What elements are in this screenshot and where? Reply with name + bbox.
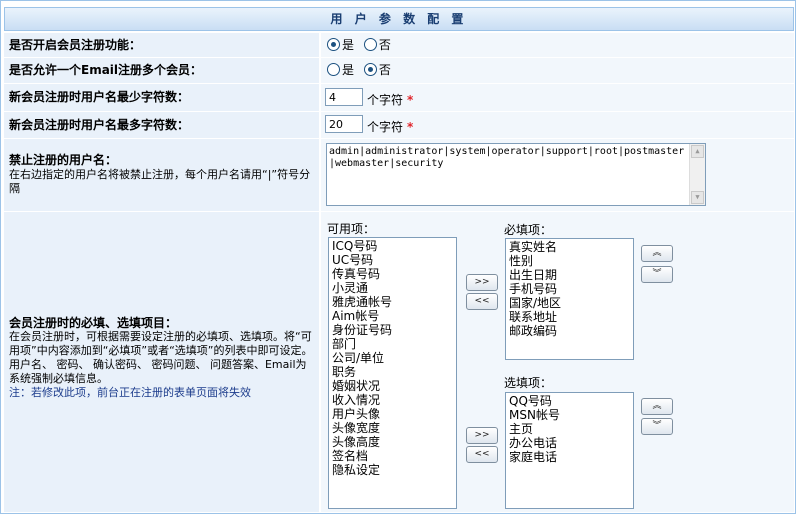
enable-registration-label: 是否开启会员注册功能：: [9, 38, 142, 52]
list-item[interactable]: 出生日期: [509, 268, 633, 282]
registration-fields-desc: 在会员注册时，可根据需要设定注册的必填项、选填项。将“可用项”中内容添加到“必填…: [9, 330, 313, 357]
radio-selected-icon[interactable]: [363, 63, 377, 76]
list-item[interactable]: UC号码: [332, 253, 456, 267]
move-down-optional-button[interactable]: ︾: [641, 418, 673, 435]
scroll-up-icon[interactable]: ▲: [691, 145, 704, 158]
enable-registration-yes[interactable]: 是: [327, 33, 354, 57]
available-caption: 可用项：: [327, 222, 376, 236]
move-up-required-button[interactable]: ︽: [641, 245, 673, 262]
optional-fields-list[interactable]: QQ号码 MSN帐号 主页 办公电话 家庭电话: [505, 392, 634, 509]
list-item[interactable]: 收入情况: [332, 393, 456, 407]
row-enable-registration: 是否开启会员注册功能： 是 否: [4, 33, 794, 58]
list-item[interactable]: 部门: [332, 337, 456, 351]
list-item[interactable]: QQ号码: [509, 394, 633, 408]
min-length-label: 新会员注册时用户名最少字符数：: [9, 90, 190, 104]
scroll-down-icon[interactable]: ▼: [691, 191, 704, 204]
list-item[interactable]: 签名档: [332, 449, 456, 463]
list-item[interactable]: MSN帐号: [509, 408, 633, 422]
registration-fields-label: 会员注册时的必填、选填项目：: [9, 316, 178, 330]
list-item[interactable]: 用户头像: [332, 407, 456, 421]
list-item[interactable]: 联系地址: [509, 310, 633, 324]
vertical-scrollbar[interactable]: ▲ ▼: [689, 144, 705, 205]
list-item[interactable]: 小灵通: [332, 281, 456, 295]
max-length-input[interactable]: [325, 115, 363, 133]
optional-caption: 选填项：: [504, 376, 553, 390]
max-length-unit: 个字符: [367, 120, 404, 134]
list-item[interactable]: 公司/单位: [332, 351, 456, 365]
required-star: *: [407, 93, 414, 107]
list-item[interactable]: 手机号码: [509, 282, 633, 296]
required-star: *: [407, 120, 414, 134]
available-fields-list[interactable]: ICQ号码 UC号码 传真号码 小灵通 雅虎通帐号 Aim帐号 身份证号码 部门 公司/单位 职务…: [328, 237, 457, 509]
list-item[interactable]: 雅虎通帐号: [332, 295, 456, 309]
list-item[interactable]: 国家/地区: [509, 296, 633, 310]
list-item[interactable]: 传真号码: [332, 267, 456, 281]
list-item[interactable]: 办公电话: [509, 436, 633, 450]
required-caption: 必填项：: [504, 223, 553, 237]
row-min-length: 新会员注册时用户名最少字符数： 个字符*: [4, 84, 794, 112]
move-up-optional-button[interactable]: ︽: [641, 398, 673, 415]
add-to-required-button[interactable]: >>: [466, 274, 498, 291]
radio-unselected-icon[interactable]: [363, 38, 377, 51]
list-item[interactable]: 主页: [509, 422, 633, 436]
registration-fields-forced: 用户名、 密码、 确认密码、 密码问题、 问题答案、Email为系统强制必填信息…: [9, 358, 307, 385]
settings-panel: 用 户 参 数 配 置 是否开启会员注册功能： 是 否 是否允许一个Email注…: [0, 0, 796, 514]
list-item[interactable]: 真实姓名: [509, 240, 633, 254]
row-multi-email: 是否允许一个Email注册多个会员： 是 否: [4, 58, 794, 84]
list-item[interactable]: ICQ号码: [332, 239, 456, 253]
banned-usernames-desc: 在右边指定的用户名将被禁止注册，每个用户名请用“|”符号分隔: [9, 168, 311, 195]
row-max-length: 新会员注册时用户名最多字符数： 个字符*: [4, 112, 794, 139]
multi-email-label: 是否允许一个Email注册多个会员：: [9, 63, 203, 77]
remove-from-required-button[interactable]: <<: [466, 293, 498, 310]
panel-title: 用 户 参 数 配 置: [4, 7, 794, 31]
max-length-label: 新会员注册时用户名最多字符数：: [9, 118, 190, 132]
list-item[interactable]: 隐私设定: [332, 463, 456, 477]
radio-unselected-icon[interactable]: [327, 63, 340, 76]
list-item[interactable]: Aim帐号: [332, 309, 456, 323]
radio-selected-icon[interactable]: [327, 38, 340, 51]
list-item[interactable]: 身份证号码: [332, 323, 456, 337]
registration-fields-note: 注：若修改此项，前台正在注册的表单页面将失效: [9, 386, 251, 399]
row-registration-fields: 会员注册时的必填、选填项目： 在会员注册时，可根据需要设定注册的必填项、选填项。…: [4, 212, 794, 513]
required-fields-list[interactable]: 真实姓名 性别 出生日期 手机号码 国家/地区 联系地址 邮政编码: [505, 238, 634, 360]
list-item[interactable]: 邮政编码: [509, 324, 633, 338]
banned-usernames-textarea[interactable]: admin|administrator|system|operator|supp…: [326, 143, 706, 206]
list-item[interactable]: 职务: [332, 365, 456, 379]
row-banned-usernames: 禁止注册的用户名： 在右边指定的用户名将被禁止注册，每个用户名请用“|”符号分隔…: [4, 139, 794, 212]
multi-email-yes[interactable]: 是: [327, 58, 354, 83]
list-item[interactable]: 家庭电话: [509, 450, 633, 464]
min-length-unit: 个字符: [367, 93, 404, 107]
banned-usernames-label: 禁止注册的用户名：: [9, 153, 118, 167]
list-item[interactable]: 头像宽度: [332, 421, 456, 435]
min-length-input[interactable]: [325, 88, 363, 106]
list-item[interactable]: 头像高度: [332, 435, 456, 449]
multi-email-no[interactable]: 否: [363, 58, 391, 83]
list-item[interactable]: 性别: [509, 254, 633, 268]
remove-from-optional-button[interactable]: <<: [466, 446, 498, 463]
enable-registration-no[interactable]: 否: [363, 33, 391, 57]
add-to-optional-button[interactable]: >>: [466, 427, 498, 444]
list-item[interactable]: 婚姻状况: [332, 379, 456, 393]
move-down-required-button[interactable]: ︾: [641, 266, 673, 283]
